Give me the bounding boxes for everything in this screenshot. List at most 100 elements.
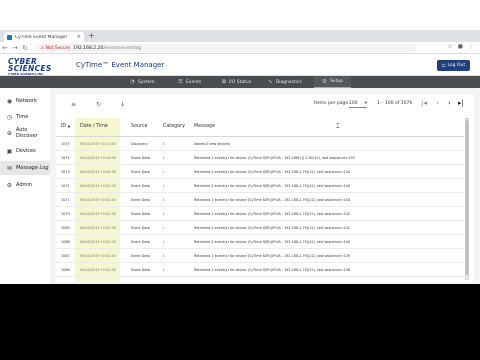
sidebar-item-network[interactable]: ◉ Network bbox=[0, 94, 50, 108]
gauge-icon: ◔ bbox=[130, 79, 135, 85]
table-cell-date: 06/20/2019 15:02:30 bbox=[80, 240, 116, 244]
next-page-button[interactable]: › bbox=[448, 99, 451, 107]
url-path: /events/eventlog bbox=[103, 45, 142, 51]
table-cell-category: I bbox=[163, 184, 164, 188]
table-cell-id: 1070 bbox=[61, 212, 70, 216]
sidebar-item-devices[interactable]: ▣ Devices bbox=[0, 144, 50, 158]
table-cell-category: I bbox=[163, 226, 164, 230]
table-cell-message: Retrieved 1 event(s) for device (CyTime … bbox=[194, 156, 355, 160]
table-cell-id: 1073 bbox=[61, 170, 70, 174]
table-cell-source: Event Data bbox=[131, 198, 150, 202]
message-icon: ✉ bbox=[6, 164, 13, 172]
scrollbar-thumb[interactable] bbox=[466, 120, 468, 275]
back-icon[interactable]: ← bbox=[0, 44, 10, 52]
profile-icon[interactable]: ● bbox=[458, 43, 463, 50]
download-icon[interactable]: ↓ bbox=[120, 101, 125, 108]
sidebar-item-label: Admin bbox=[16, 182, 32, 188]
new-tab-button[interactable]: + bbox=[88, 31, 95, 41]
filter-icon[interactable]: ≡ bbox=[71, 101, 76, 108]
items-per-page-value: 100 bbox=[349, 101, 358, 106]
forward-icon[interactable]: → bbox=[10, 44, 20, 52]
table-cell-source: Event Data bbox=[131, 240, 150, 244]
sidebar-item-label: Auto Discover bbox=[15, 127, 38, 139]
close-tab-icon[interactable]: × bbox=[77, 34, 81, 40]
tab-system[interactable]: ◔ System bbox=[122, 76, 163, 88]
table-cell-message: Retrieved 1 event(s) for device (CyTime … bbox=[194, 254, 351, 258]
bottom-letterbox bbox=[0, 284, 480, 360]
tab-label: Diagnostics bbox=[275, 79, 302, 85]
table-row[interactable] bbox=[56, 137, 464, 151]
menu-icon[interactable]: ⋮ bbox=[468, 43, 474, 50]
table-cell-source: Discovery bbox=[131, 142, 148, 146]
sidebar-item-auto-discover[interactable]: ⊕ Auto Discover bbox=[0, 126, 50, 140]
clock-icon: ◷ bbox=[6, 113, 13, 121]
table-cell-category: I bbox=[163, 170, 164, 174]
app-title: CyTime™ Event Manager bbox=[76, 61, 165, 69]
last-page-button[interactable]: ▸| bbox=[458, 99, 464, 107]
table-cell-source: Event Data bbox=[131, 184, 150, 188]
logout-icon: ⏻ bbox=[441, 63, 446, 69]
table-cell-category: I bbox=[163, 156, 164, 160]
first-page-button[interactable]: |◂ bbox=[421, 99, 427, 107]
table-cell-date: 06/20/2019 15:02:30 bbox=[80, 226, 116, 230]
url-host: 192.168.2.20 bbox=[73, 45, 104, 51]
table-cell-message: Retrieved 1 event(s) for device (CyTime … bbox=[194, 212, 351, 216]
admin-icon: ⚙ bbox=[6, 181, 13, 189]
table-cell-category: I bbox=[163, 268, 164, 272]
table-cell-id: 1067 bbox=[61, 254, 70, 258]
gear-icon: ⚙ bbox=[322, 78, 327, 85]
column-header-category[interactable]: Category bbox=[163, 124, 185, 129]
logout-label: Log Out bbox=[447, 63, 466, 68]
table-cell-source: Event Data bbox=[131, 212, 150, 216]
table-cell-category: I bbox=[163, 254, 164, 258]
table-cell-id: 1075 bbox=[61, 142, 70, 146]
tab-io-status[interactable]: ⧉ I/O Status bbox=[214, 76, 259, 88]
column-header-id[interactable]: ID ▲ bbox=[61, 124, 70, 129]
sidebar-item-time[interactable]: ◷ Time bbox=[0, 110, 50, 124]
table-cell-date: 06/20/2019 15:02:30 bbox=[80, 268, 116, 272]
table-cell-source: Event Data bbox=[131, 226, 150, 230]
table-cell-id: 1074 bbox=[61, 156, 70, 160]
tab-setup[interactable]: ⚙ Setup bbox=[314, 76, 352, 88]
chevron-down-icon: ▾ bbox=[364, 101, 367, 106]
logout-button[interactable]: ⏻ Log Out bbox=[437, 60, 470, 71]
bookmark-star-icon[interactable]: ☆ bbox=[447, 43, 452, 50]
items-per-page-label: Items per page: bbox=[314, 101, 350, 106]
tab-label: System bbox=[137, 79, 155, 85]
refresh-icon[interactable]: ↻ bbox=[96, 101, 101, 108]
table-cell-message: Retrieved 1 event(s) for device (CyTime … bbox=[194, 184, 351, 188]
sidebar-item-message-log[interactable]: ✉ Message Log bbox=[0, 161, 50, 175]
app-header bbox=[0, 55, 480, 76]
column-header-source[interactable]: Source bbox=[131, 124, 147, 129]
table-cell-message: Retrieved 1 event(s) for device (CyTime … bbox=[194, 226, 351, 230]
browser-tab[interactable]: CyTime Event Manager × bbox=[4, 32, 84, 42]
table-cell-id: 1071 bbox=[61, 198, 70, 202]
pulse-icon: ∿ bbox=[268, 79, 273, 85]
cyber-sciences-logo: CYBER SCIENCES CYBER SCIENCES INC. bbox=[8, 57, 72, 76]
network-icon: ◉ bbox=[6, 97, 13, 105]
previous-page-button[interactable]: ‹ bbox=[436, 99, 439, 107]
table-cell-category: I bbox=[163, 198, 164, 202]
not-secure-indicator[interactable]: ⚠ Not Secure bbox=[40, 46, 70, 51]
discover-icon: ⊕ bbox=[6, 129, 12, 137]
tab-diagnostics[interactable]: ∿ Diagnostics bbox=[260, 76, 310, 88]
table-cell-category: I bbox=[163, 212, 164, 216]
table-cell-category: I bbox=[163, 142, 164, 146]
column-header-date[interactable]: Date / Time bbox=[80, 124, 108, 129]
items-per-page-select[interactable]: 100 ▾ bbox=[349, 100, 367, 108]
column-header-message[interactable]: Message bbox=[194, 124, 215, 129]
table-cell-date: 06/20/2019 15:02:30 bbox=[80, 212, 116, 216]
table-cell-id: 1068 bbox=[61, 240, 70, 244]
browser-toolbar-right: ☆ ● ⋮ bbox=[447, 43, 474, 50]
browser-tab-title: CyTime Event Manager bbox=[15, 34, 68, 40]
address-bar[interactable]: ⚠ Not Secure 192.168.2.20 /events/eventl… bbox=[36, 44, 416, 52]
reload-icon[interactable]: ↻ bbox=[20, 44, 30, 52]
sidebar-item-admin[interactable]: ⚙ Admin bbox=[0, 178, 50, 192]
sidebar-item-label: Devices bbox=[16, 148, 36, 154]
io-icon: ⧉ bbox=[222, 78, 226, 85]
table-cell-message: Retrieved 1 event(s) for device (CyTime … bbox=[194, 198, 351, 202]
favicon-icon bbox=[7, 34, 12, 40]
table-cell-message: Added 0 new devices bbox=[194, 142, 231, 146]
logo-text: CYBER SCIENCES bbox=[8, 57, 52, 73]
tab-events[interactable]: ☰ Events bbox=[170, 76, 209, 88]
